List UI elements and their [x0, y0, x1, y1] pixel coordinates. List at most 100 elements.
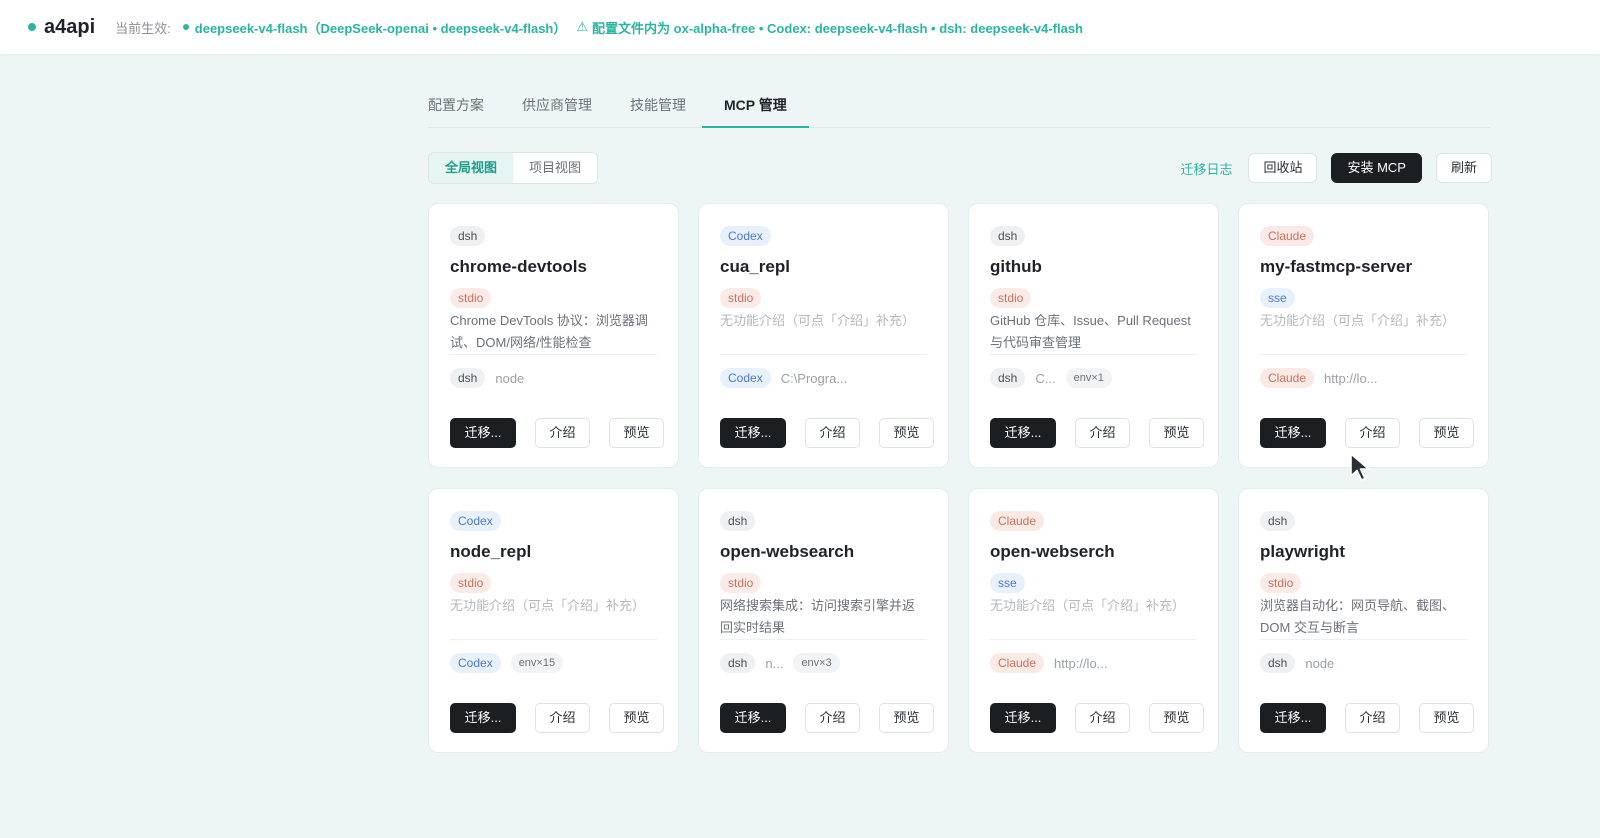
protocol-badge: stdio	[450, 288, 492, 308]
client-badge: Codex	[450, 653, 501, 673]
preview-button[interactable]: 预览	[879, 703, 934, 733]
mcp-description: 网络搜索集成：访问搜索引擎并返回实时结果	[720, 598, 916, 635]
command-preview: C:\Progra...	[780, 370, 848, 386]
protocol-badge: sse	[990, 573, 1025, 593]
card-meta: dsh n... env×3	[720, 652, 927, 674]
migrate-button[interactable]: 迁移...	[720, 418, 786, 448]
intro-button[interactable]: 介绍	[1075, 703, 1130, 733]
preview-button[interactable]: 预览	[1149, 418, 1204, 448]
mouse-cursor-icon	[1350, 453, 1370, 481]
view-toggle: 全局视图 项目视图	[428, 152, 599, 184]
mcp-description: 无功能介绍（可点「介绍」补充）	[720, 313, 916, 328]
migrate-button[interactable]: 迁移...	[990, 703, 1056, 733]
tab-mcp-management[interactable]: MCP 管理	[702, 95, 809, 128]
current-model-status: deepseek-v4-flash（DeepSeek-openai • deep…	[194, 20, 567, 36]
source-badge: Claude	[990, 511, 1045, 531]
tab-skill-management[interactable]: 技能管理	[630, 95, 686, 127]
card-actions: 迁移... 介绍 预览	[450, 703, 664, 733]
preview-button[interactable]: 预览	[609, 703, 664, 733]
source-badge: dsh	[720, 511, 756, 531]
card-meta: dsh node	[450, 367, 657, 389]
card-divider	[720, 639, 927, 640]
preview-button[interactable]: 预览	[879, 418, 934, 448]
mcp-card: Claude my-fastmcp-server sse 无功能介绍（可点「介绍…	[1238, 203, 1489, 468]
card-actions: 迁移... 介绍 预览	[450, 418, 664, 448]
migrate-button[interactable]: 迁移...	[450, 703, 516, 733]
card-actions: 迁移... 介绍 预览	[990, 418, 1204, 448]
card-divider	[990, 354, 1197, 355]
migrate-button[interactable]: 迁移...	[450, 418, 516, 448]
command-preview: C...	[1035, 370, 1056, 386]
client-badge: dsh	[1260, 653, 1296, 673]
card-meta: Claude http://lo...	[990, 652, 1197, 674]
command-preview: node	[1305, 655, 1335, 671]
intro-button[interactable]: 介绍	[535, 418, 590, 448]
mcp-card: Claude open-webserch sse 无功能介绍（可点「介绍」补充）…	[968, 488, 1219, 753]
intro-button[interactable]: 介绍	[805, 703, 860, 733]
toolbar-actions: 迁移日志 回收站 安装 MCP 刷新	[1180, 152, 1492, 184]
migrate-button[interactable]: 迁移...	[990, 418, 1056, 448]
refresh-button[interactable]: 刷新	[1435, 153, 1492, 183]
brand-dot-icon	[28, 23, 36, 31]
source-badge: dsh	[450, 226, 486, 246]
source-badge: Claude	[1260, 226, 1315, 246]
env-count-badge: env×3	[793, 653, 840, 673]
protocol-badge: stdio	[720, 288, 762, 308]
env-count-badge: env×1	[1065, 368, 1112, 388]
source-badge: Codex	[720, 226, 771, 246]
tab-provider-management[interactable]: 供应商管理	[522, 95, 592, 127]
client-badge: Codex	[720, 368, 771, 388]
card-divider	[450, 639, 657, 640]
preview-button[interactable]: 预览	[1419, 703, 1474, 733]
migrate-button[interactable]: 迁移...	[1260, 703, 1326, 733]
protocol-badge: stdio	[990, 288, 1032, 308]
card-divider	[1260, 354, 1467, 355]
global-view-button[interactable]: 全局视图	[429, 153, 514, 183]
client-badge: dsh	[450, 368, 486, 388]
mcp-name: open-websearch	[720, 542, 855, 561]
tab-config-plans[interactable]: 配置方案	[428, 95, 484, 127]
command-preview: node	[495, 370, 525, 386]
preview-button[interactable]: 预览	[1149, 703, 1204, 733]
source-badge: dsh	[1260, 511, 1296, 531]
intro-button[interactable]: 介绍	[1075, 418, 1130, 448]
mcp-description: 浏览器自动化：网页导航、截图、DOM 交互与断言	[1260, 598, 1456, 635]
card-meta: Claude http://lo...	[1260, 367, 1467, 389]
card-meta: Codex env×15	[450, 652, 657, 674]
preview-button[interactable]: 预览	[1419, 418, 1474, 448]
install-mcp-button[interactable]: 安装 MCP	[1331, 153, 1422, 183]
source-badge: Codex	[450, 511, 501, 531]
migrate-log-link[interactable]: 迁移日志	[1180, 159, 1232, 178]
mcp-name: node_repl	[450, 542, 532, 561]
intro-button[interactable]: 介绍	[535, 703, 590, 733]
command-preview: n...	[765, 655, 784, 671]
source-badge: dsh	[990, 226, 1026, 246]
intro-button[interactable]: 介绍	[1345, 703, 1400, 733]
mcp-name: my-fastmcp-server	[1260, 257, 1413, 276]
client-badge: Claude	[990, 653, 1045, 673]
env-count-badge: env×15	[510, 653, 564, 673]
mcp-card: Codex cua_repl stdio 无功能介绍（可点「介绍」补充） Cod…	[698, 203, 949, 468]
card-meta: dsh C... env×1	[990, 367, 1197, 389]
mcp-card: Codex node_repl stdio 无功能介绍（可点「介绍」补充） Co…	[428, 488, 679, 753]
intro-button[interactable]: 介绍	[1345, 418, 1400, 448]
mcp-name: open-webserch	[990, 542, 1115, 561]
mcp-description: GitHub 仓库、Issue、Pull Request 与代码审查管理	[990, 313, 1191, 350]
preview-button[interactable]: 预览	[609, 418, 664, 448]
app-title: a4api	[44, 15, 96, 38]
migrate-button[interactable]: 迁移...	[1260, 418, 1326, 448]
recycle-bin-button[interactable]: 回收站	[1248, 153, 1318, 183]
mcp-name: cua_repl	[720, 257, 790, 276]
card-divider	[450, 354, 657, 355]
card-actions: 迁移... 介绍 预览	[720, 703, 934, 733]
mcp-description: 无功能介绍（可点「介绍」补充）	[1260, 313, 1456, 328]
intro-button[interactable]: 介绍	[805, 418, 860, 448]
project-view-button[interactable]: 项目视图	[513, 153, 597, 183]
client-badge: Claude	[1260, 368, 1315, 388]
mcp-description: 无功能介绍（可点「介绍」补充）	[990, 598, 1186, 613]
protocol-badge: sse	[1260, 288, 1295, 308]
card-actions: 迁移... 介绍 预览	[720, 418, 934, 448]
card-actions: 迁移... 介绍 预览	[990, 703, 1204, 733]
mcp-card: dsh chrome-devtools stdio Chrome DevTool…	[428, 203, 679, 468]
migrate-button[interactable]: 迁移...	[720, 703, 786, 733]
